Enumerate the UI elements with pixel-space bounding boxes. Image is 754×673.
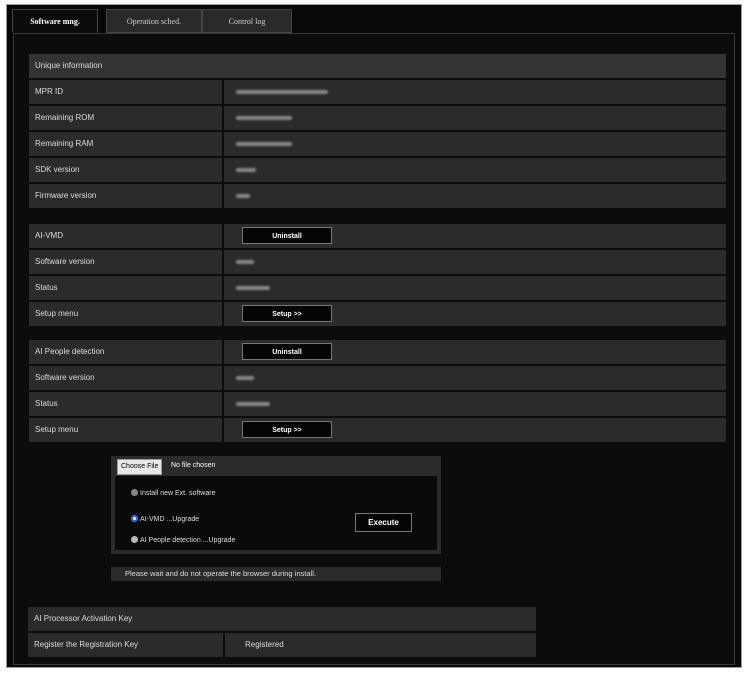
- ai-people-title: AI People detection: [35, 347, 105, 356]
- ai-people-software-version-label: Software version: [35, 373, 95, 382]
- ai-vmd-header-row: AI-VMD Uninstall: [29, 224, 726, 248]
- ai-vmd-software-version-value: [224, 250, 726, 274]
- remaining-rom-row: Remaining ROM: [29, 106, 726, 130]
- mpr-id-row: MPR ID: [29, 80, 726, 104]
- ai-vmd-software-version-label: Software version: [35, 257, 95, 266]
- remaining-ram-value: [224, 132, 726, 156]
- radio-selected-icon[interactable]: [131, 514, 138, 522]
- ai-vmd-software-version-row: Software version: [29, 250, 726, 274]
- ai-people-uninstall-button[interactable]: Uninstall: [242, 343, 332, 360]
- remaining-ram-row: Remaining RAM: [29, 132, 726, 156]
- ai-vmd-upgrade-label: AI-VMD ...Upgrade: [140, 516, 200, 523]
- remaining-rom-label: Remaining ROM: [35, 113, 95, 122]
- ai-vmd-setup-menu-row: Setup menu Setup >>: [29, 302, 726, 326]
- ai-people-upgrade-label: AI People detection ...Upgrade: [140, 537, 236, 544]
- ai-vmd-status-value: [224, 276, 726, 300]
- ai-vmd-title: AI-VMD: [35, 231, 63, 240]
- tab-software-mng[interactable]: Software mng.: [12, 9, 98, 33]
- unique-info-header: Unique information: [29, 54, 726, 78]
- ai-vmd-setup-menu-label: Setup menu: [35, 309, 79, 318]
- ai-vmd-status-label: Status: [35, 283, 58, 292]
- ai-people-status-value: [224, 392, 726, 416]
- activation-header-row: AI Processor Activation Key: [28, 607, 536, 631]
- install-options-panel: Install new Ext. software AI-VMD ...Upgr…: [115, 476, 437, 550]
- install-box: Choose File No file chosen Install new E…: [111, 456, 441, 554]
- ai-people-setup-menu-label: Setup menu: [35, 425, 79, 434]
- ai-people-header-row: AI People detection Uninstall: [29, 340, 726, 364]
- ai-people-status-label: Status: [35, 399, 58, 408]
- mpr-id-label: MPR ID: [35, 87, 63, 96]
- ai-people-upgrade-option[interactable]: AI People detection ...Upgrade: [131, 535, 235, 547]
- firmware-version-value: [224, 184, 726, 208]
- ai-vmd-upgrade-option[interactable]: AI-VMD ...Upgrade: [131, 514, 199, 526]
- ai-people-setup-menu-row: Setup menu Setup >>: [29, 418, 726, 442]
- register-key-label: Register the Registration Key: [34, 640, 139, 649]
- unique-info-title: Unique information: [35, 61, 103, 70]
- no-file-text: No file chosen: [171, 462, 216, 469]
- install-new-label: Install new Ext. software: [140, 490, 216, 497]
- activation-title: AI Processor Activation Key: [34, 614, 133, 623]
- ai-vmd-uninstall-button[interactable]: Uninstall: [242, 227, 332, 244]
- install-new-option[interactable]: Install new Ext. software: [131, 488, 215, 500]
- ai-vmd-status-row: Status: [29, 276, 726, 300]
- ai-people-software-version-row: Software version: [29, 366, 726, 390]
- sdk-version-label: SDK version: [35, 165, 80, 174]
- tab-control-log[interactable]: Control log: [202, 9, 292, 33]
- ai-vmd-setup-button[interactable]: Setup >>: [242, 305, 332, 322]
- tab-operation-sched[interactable]: Operation sched.: [106, 9, 202, 33]
- register-key-value: Registered: [245, 640, 284, 649]
- mpr-id-value: [224, 80, 726, 104]
- remaining-ram-label: Remaining RAM: [35, 139, 94, 148]
- radio-unselected-icon[interactable]: [131, 488, 138, 496]
- ai-people-setup-button[interactable]: Setup >>: [242, 421, 332, 438]
- sdk-version-row: SDK version: [29, 158, 726, 182]
- sdk-version-value: [224, 158, 726, 182]
- firmware-version-row: Firmware version: [29, 184, 726, 208]
- firmware-version-label: Firmware version: [35, 191, 97, 200]
- ai-people-software-version-value: [224, 366, 726, 390]
- execute-button[interactable]: Execute: [355, 513, 412, 532]
- radio-unselected-icon[interactable]: [131, 535, 138, 543]
- settings-window: Software mng. Operation sched. Control l…: [6, 4, 742, 668]
- remaining-rom-value: [224, 106, 726, 130]
- install-wait-message: Please wait and do not operate the brows…: [111, 567, 441, 581]
- choose-file-button[interactable]: Choose File: [117, 459, 163, 475]
- register-key-row: Register the Registration Key Registered: [28, 633, 536, 657]
- ai-people-status-row: Status: [29, 392, 726, 416]
